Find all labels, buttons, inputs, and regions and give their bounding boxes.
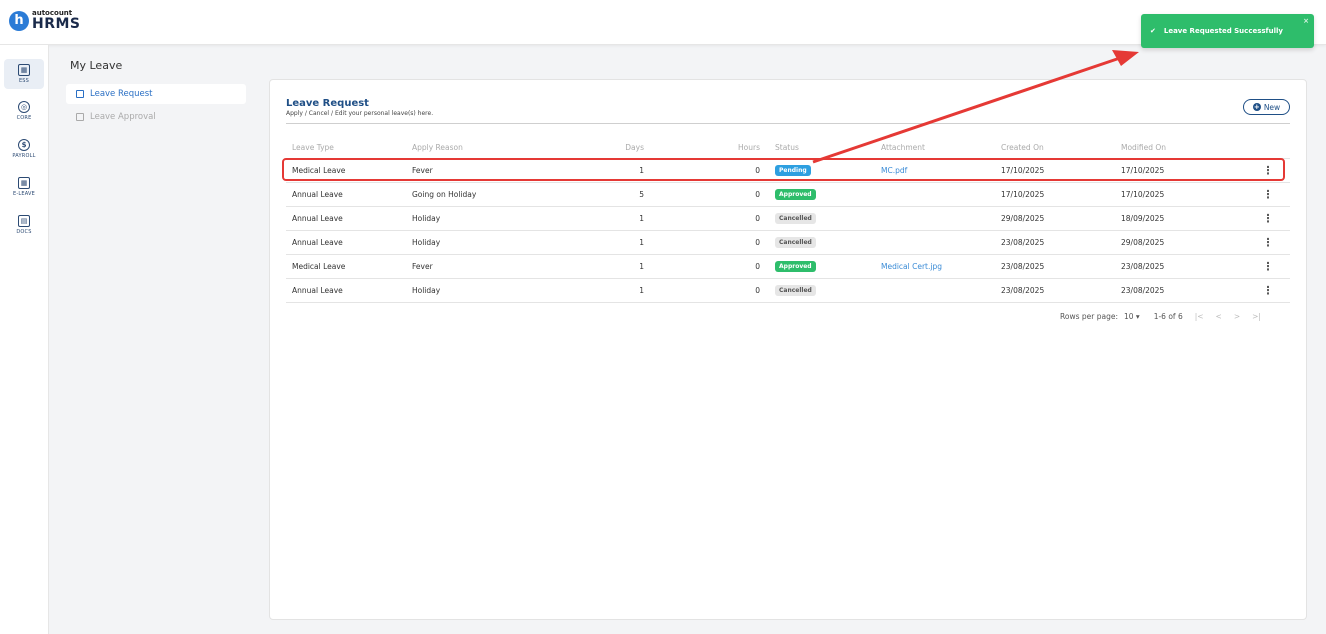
check-icon: ✔	[1150, 27, 1156, 35]
annotation-arrow	[812, 50, 1139, 164]
toast-message: Leave Requested Successfully	[1163, 27, 1283, 35]
success-toast: ✔ Leave Requested Successfully ×	[1141, 14, 1314, 48]
close-icon[interactable]: ×	[1303, 17, 1309, 25]
